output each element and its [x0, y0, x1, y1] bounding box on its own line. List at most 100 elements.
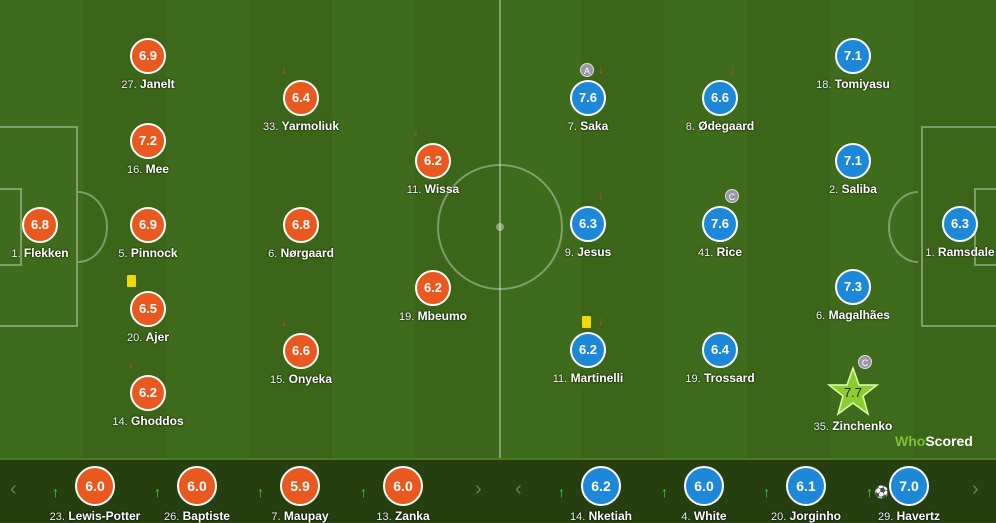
player-number: 14.: [570, 511, 586, 523]
home-next-arrow-icon[interactable]: ›: [475, 478, 482, 501]
player-away[interactable]: 6.2 11. Martinelli: [528, 332, 648, 385]
center-spot: [496, 223, 504, 231]
player-number: 27.: [121, 79, 137, 91]
player-name-label: 6. Magalhães: [793, 308, 913, 322]
player-name-label: 33. Yarmoliuk: [241, 119, 361, 133]
player-rating: 7.1: [835, 143, 871, 179]
sub-in-arrow-icon: ↑: [763, 484, 770, 500]
player-number: 8.: [685, 121, 695, 133]
player-rating: 6.8: [283, 207, 319, 243]
player-number: 2.: [829, 184, 839, 196]
player-number: 26.: [164, 511, 180, 523]
player-home[interactable]: 6.8 6. Nørgaard: [241, 207, 361, 260]
player-name-label: 18. Tomiyasu: [793, 77, 913, 91]
player-away[interactable]: 6.3 1. Ramsdale: [900, 206, 996, 259]
player-home[interactable]: 6.4 33. Yarmoliuk: [241, 80, 361, 133]
player-name: Havertz: [896, 509, 940, 523]
player-name: Saliba: [841, 182, 877, 196]
pitch: 6.9 27. Janelt 7.2 16. Mee 6.9 5. Pinnock 6.5 2…: [0, 0, 996, 458]
player-number: 35.: [813, 421, 829, 433]
player-name-label: 9. Jesus: [528, 245, 648, 259]
sub-out-arrow-icon: ↓: [128, 357, 134, 371]
yellow-card-icon: [127, 275, 136, 287]
player-name: Flekken: [23, 246, 69, 260]
player-number: 14.: [112, 416, 128, 428]
yellow-card-icon: [582, 316, 591, 328]
player-name: Baptiste: [182, 509, 230, 523]
player-home[interactable]: 6.2 19. Mbeumo: [373, 270, 493, 323]
player-name: Janelt: [139, 77, 175, 91]
sub-in-arrow-icon: ↑: [154, 484, 161, 500]
player-name: Saka: [580, 119, 609, 133]
sub-out-arrow-icon: ↓: [598, 62, 604, 76]
player-away[interactable]: 7.6 41. Rice: [660, 206, 780, 259]
player-name: Nørgaard: [280, 246, 334, 260]
player-home[interactable]: 6.2 14. Ghoddos: [88, 375, 208, 428]
player-rating: 6.4: [283, 80, 319, 116]
player-name-label: 16. Mee: [88, 162, 208, 176]
player-away[interactable]: 6.6 8. Ødegaard: [660, 80, 780, 133]
player-number: 15.: [270, 374, 286, 386]
logo-scored: Scored: [925, 433, 973, 449]
player-home[interactable]: 6.2 11. Wissa: [373, 143, 493, 196]
player-name: Wissa: [424, 182, 460, 196]
sub-in-arrow-icon: ↑: [866, 484, 873, 500]
substitutes-bar: ‹ › ‹ › 6.0 23. Lewis-Potter ↑ 6.0 26. Bapti…: [0, 458, 996, 523]
player-rating: 6.0: [383, 466, 423, 506]
player-away[interactable]: 6.3 9. Jesus: [528, 206, 648, 259]
player-name: Ajer: [145, 330, 169, 344]
player-number: 41.: [698, 247, 714, 259]
player-name: Ghoddos: [130, 414, 184, 428]
player-home[interactable]: 7.2 16. Mee: [88, 123, 208, 176]
away-next-arrow-icon[interactable]: ›: [972, 478, 979, 501]
player-away[interactable]: 7.3 6. Magalhães: [793, 269, 913, 322]
player-number: 11.: [552, 373, 568, 385]
away-prev-arrow-icon[interactable]: ‹: [515, 478, 522, 501]
player-home[interactable]: 6.9 27. Janelt: [88, 38, 208, 91]
player-number: 18.: [816, 79, 832, 91]
sub-in-arrow-icon: ↑: [52, 484, 59, 500]
player-rating: 6.2: [570, 332, 606, 368]
player-name: Ødegaard: [698, 119, 755, 133]
player-name: Tomiyasu: [834, 77, 890, 91]
player-name-label: 41. Rice: [660, 245, 780, 259]
player-name-label: 29. Havertz: [849, 509, 969, 523]
player-rating: 7.3: [835, 269, 871, 305]
player-number: 29.: [878, 511, 894, 523]
player-rating: 6.2: [415, 270, 451, 306]
player-rating: 6.9: [130, 207, 166, 243]
player-name: Rice: [716, 245, 742, 259]
player-home[interactable]: 6.9 5. Pinnock: [88, 207, 208, 260]
player-home[interactable]: 6.6 15. Onyeka: [241, 333, 361, 386]
player-rating: 6.9: [130, 38, 166, 74]
player-rating: 6.0: [75, 466, 115, 506]
player-number: 19.: [399, 311, 415, 323]
player-away[interactable]: 7.1 2. Saliba: [793, 143, 913, 196]
player-home[interactable]: 6.8 1. Flekken: [0, 207, 100, 260]
player-name: Magalhães: [828, 308, 890, 322]
player-home[interactable]: 6.5 20. Ajer: [88, 291, 208, 344]
player-away[interactable]: 7.1 18. Tomiyasu: [793, 38, 913, 91]
player-number: 33.: [263, 121, 279, 133]
player-number: 5.: [118, 248, 128, 260]
player-rating: 6.2: [581, 466, 621, 506]
whoscored-logo: WhoScored: [895, 433, 973, 449]
sub-in-arrow-icon: ↑: [257, 484, 264, 500]
badge-c-icon: C: [725, 189, 739, 203]
player-rating: 6.4: [702, 332, 738, 368]
logo-who: Who: [895, 433, 926, 449]
player-name-label: 7. Saka: [528, 119, 648, 133]
player-number: 6.: [816, 310, 826, 322]
player-name-label: 7. Maupay: [240, 509, 360, 523]
player-name-label: 14. Nketiah: [541, 509, 661, 523]
player-away[interactable]: 6.4 19. Trossard: [660, 332, 780, 385]
player-name: Jorginho: [789, 509, 841, 523]
player-number: 6.: [268, 248, 278, 260]
player-number: 7.: [567, 121, 577, 133]
player-name-label: 20. Jorginho: [746, 509, 866, 523]
player-rating: 7.2: [130, 123, 166, 159]
home-prev-arrow-icon[interactable]: ‹: [10, 478, 17, 501]
player-away[interactable]: 7.7 35. Zinchenko: [793, 366, 913, 433]
player-away[interactable]: 7.6 7. Saka: [528, 80, 648, 133]
player-name: Mbeumo: [417, 309, 467, 323]
